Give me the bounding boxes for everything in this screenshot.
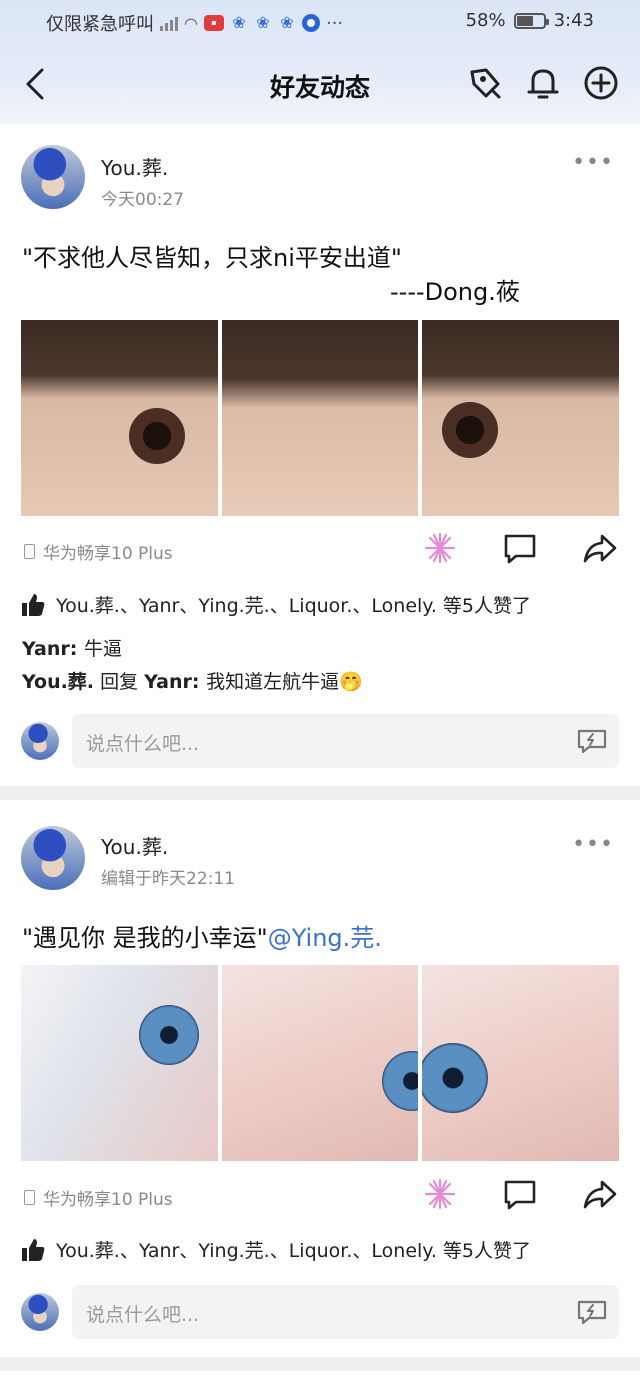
clock: 3:43: [553, 10, 594, 31]
notification-app-icon: ▪: [203, 15, 224, 31]
likes-text: You.葬.、Yanr、Ying.芫.、Liquor.、Lonely. 等5人赞…: [56, 1240, 531, 1262]
top-bar: 仅限紧急呼叫 ◠ ▪ ❀ ❀ ❀ ··· 58% 3:43 好友动态: [0, 0, 640, 124]
share-icon[interactable]: [582, 1176, 618, 1212]
phone-icon: [24, 1190, 35, 1205]
device-name: 华为畅享10 Plus: [43, 544, 173, 564]
thumbs-up-icon: [22, 1238, 45, 1261]
avatar[interactable]: [21, 145, 85, 209]
reply-input[interactable]: 说点什么吧...: [72, 714, 619, 768]
reply-placeholder: 说点什么吧...: [86, 733, 200, 755]
more-dots-icon[interactable]: •••: [572, 832, 614, 857]
thumbs-up-icon: [22, 593, 45, 616]
reply-placeholder: 说点什么吧...: [86, 1304, 200, 1326]
emoji-keyboard-icon[interactable]: [577, 1298, 607, 1326]
wifi-icon: ◠: [184, 13, 198, 33]
battery-icon: [513, 12, 549, 29]
bell-icon[interactable]: [524, 64, 562, 102]
post-author[interactable]: You.葬.: [101, 831, 168, 860]
post-text: "遇见你 是我的小幸运"@Ying.芫.: [22, 918, 382, 953]
post-mention[interactable]: @Ying.芫.: [268, 924, 382, 952]
emoji-keyboard-icon[interactable]: [577, 727, 607, 755]
comment-reply-to[interactable]: Yanr: [144, 671, 192, 693]
status-bar: 仅限紧急呼叫 ◠ ▪ ❀ ❀ ❀ ··· 58% 3:43: [0, 0, 640, 44]
my-avatar: [21, 1293, 59, 1331]
post-author[interactable]: You.葬.: [101, 152, 168, 181]
comment-text: 牛逼: [83, 638, 122, 660]
likes-text: You.葬.、Yanr、Ying.芫.、Liquor.、Lonely. 等5人赞…: [56, 595, 531, 617]
device-name: 华为畅享10 Plus: [43, 1190, 173, 1210]
sparkle-icon[interactable]: [422, 1176, 458, 1212]
signal-icon: [160, 15, 178, 31]
comment-text: 我知道左航牛逼🤭: [206, 671, 363, 693]
paw-icon: ❀: [232, 13, 246, 32]
post-image[interactable]: [21, 320, 218, 516]
post-image[interactable]: [221, 320, 419, 516]
more-notifications-icon: ···: [325, 12, 344, 34]
comment-icon[interactable]: [502, 530, 538, 566]
comment-separator: :: [69, 638, 84, 660]
post-device: 华为畅享10 Plus: [24, 1185, 173, 1210]
comment-item[interactable]: You.葬. 回复 Yanr: 我知道左航牛逼🤭: [22, 667, 363, 694]
my-avatar: [21, 722, 59, 760]
likes-row[interactable]: You.葬.、Yanr、Ying.芫.、Liquor.、Lonely. 等5人赞…: [20, 1236, 531, 1263]
sparkle-icon[interactable]: [422, 530, 458, 566]
app-ring-icon: [301, 14, 320, 32]
post-image-grid: [21, 320, 620, 516]
post-image[interactable]: [221, 965, 419, 1161]
nav-bar: 好友动态: [0, 50, 640, 118]
comment-item[interactable]: Yanr: 牛逼: [22, 634, 122, 661]
post-time: 今天00:27: [101, 190, 184, 210]
battery-percent: 58%: [465, 10, 506, 31]
post-divider: [0, 1357, 640, 1371]
paw-icon: ❀: [256, 13, 270, 32]
post-image[interactable]: [422, 965, 620, 1161]
carrier-text: 仅限紧急呼叫: [46, 14, 154, 35]
avatar[interactable]: [21, 826, 85, 890]
more-dots-icon[interactable]: •••: [572, 150, 614, 175]
phone-icon: [24, 544, 35, 559]
post-signature: ----Dong.莜: [390, 278, 520, 306]
comment-icon[interactable]: [502, 1176, 538, 1212]
likes-row[interactable]: You.葬.、Yanr、Ying.芫.、Liquor.、Lonely. 等5人赞…: [20, 591, 531, 618]
feed-post: You.葬. 今天00:27 ••• "不求他人尽皆知，只求ni平安出道" --…: [0, 124, 640, 786]
paw-icon: ❀: [280, 13, 294, 32]
comment-user[interactable]: Yanr: [22, 638, 70, 660]
feed-post: You.葬. 编辑于昨天22:11 ••• "遇见你 是我的小幸运"@Ying.…: [0, 800, 640, 1355]
comment-user[interactable]: You.葬.: [22, 671, 94, 693]
post-divider: [0, 786, 640, 800]
add-circle-icon[interactable]: [582, 64, 620, 102]
post-text-body: "遇见你 是我的小幸运": [22, 924, 268, 952]
share-icon[interactable]: [582, 530, 618, 566]
reply-input[interactable]: 说点什么吧...: [72, 1285, 619, 1339]
reply-word: 回复: [94, 671, 145, 693]
comment-separator: :: [191, 671, 207, 693]
post-time: 编辑于昨天22:11: [101, 869, 235, 889]
post-device: 华为畅享10 Plus: [24, 539, 173, 564]
post-text: "不求他人尽皆知，只求ni平安出道": [22, 244, 402, 272]
post-image[interactable]: [21, 965, 218, 1161]
post-image-grid: [21, 965, 620, 1161]
pin-icon[interactable]: [466, 64, 504, 102]
post-image[interactable]: [422, 320, 620, 516]
